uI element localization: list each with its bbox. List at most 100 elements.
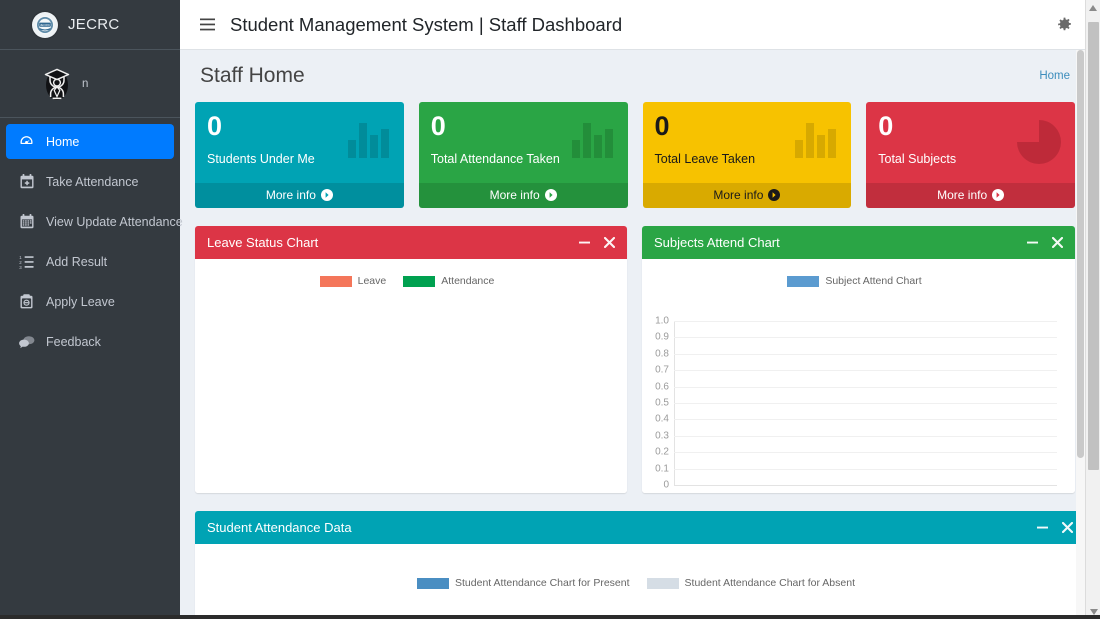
more-info-link[interactable]: More info <box>643 183 852 208</box>
scroll-up-arrow-icon[interactable] <box>1086 0 1100 15</box>
gridline <box>674 387 1057 388</box>
panel-title: Student Attendance Data <box>207 520 352 535</box>
sidebar-item-home[interactable]: Home <box>6 124 174 159</box>
legend-label: Leave <box>358 275 387 287</box>
panel-title: Subjects Attend Chart <box>654 235 780 250</box>
y-axis-tick-label: 0.4 <box>655 414 669 425</box>
sidebar-nav: Home Take Attendance <box>0 118 180 359</box>
user-panel[interactable]: n <box>0 50 180 118</box>
close-icon[interactable] <box>604 237 615 248</box>
chart-legend: Subject Attend Chart <box>642 259 1075 287</box>
sidebar-item-label: Add Result <box>46 255 107 269</box>
panel-header: Subjects Attend Chart <box>642 226 1075 259</box>
gridline <box>674 419 1057 420</box>
calendar-grid-icon <box>18 214 35 229</box>
sidebar-item-take-attendance[interactable]: Take Attendance <box>6 164 174 199</box>
more-info-link[interactable]: More info <box>866 183 1075 208</box>
gridline <box>674 370 1057 371</box>
dashboard-page: JECRC JECRC n <box>0 0 1100 619</box>
minimize-icon[interactable] <box>1037 522 1048 533</box>
sidebar-item-label: View Update Attendance <box>46 215 183 229</box>
chart-student-attendance: Student Attendance Chart for Present Stu… <box>195 544 1085 619</box>
content-scrollbar[interactable] <box>1076 50 1085 619</box>
more-info-link[interactable]: More info <box>419 183 628 208</box>
y-axis-tick-label: 0.1 <box>655 464 669 475</box>
panel-title: Leave Status Chart <box>207 235 318 250</box>
legend-label: Subject Attend Chart <box>825 275 921 287</box>
sidebar-item-label: Take Attendance <box>46 175 138 189</box>
legend-item[interactable]: Attendance <box>403 275 494 287</box>
app-title: Student Management System | Staff Dashbo… <box>230 14 622 36</box>
y-axis-tick-label: 0.5 <box>655 398 669 409</box>
svg-text:JECRC: JECRC <box>40 22 51 26</box>
panel-student-attendance-data: Student Attendance Data S <box>195 511 1085 619</box>
legend-label: Student Attendance Chart for Absent <box>685 577 855 589</box>
close-icon[interactable] <box>1062 522 1073 533</box>
more-info-label: More info <box>937 188 987 202</box>
content-body: 0 Students Under Me <box>180 102 1090 619</box>
stat-card-total-attendance-taken: 0 Total Attendance Taken <box>419 102 628 208</box>
more-info-label: More info <box>490 188 540 202</box>
sidebar-item-apply-leave[interactable]: Apply Leave <box>6 284 174 319</box>
dashboard-icon <box>18 134 35 149</box>
legend-label: Student Attendance Chart for Present <box>455 577 630 589</box>
plot-area: 1.00.90.80.70.60.50.40.30.20.10 <box>674 321 1057 486</box>
sidebar-item-view-update-attendance[interactable]: View Update Attendance <box>6 204 174 239</box>
user-name: n <box>82 78 88 90</box>
gridline <box>674 403 1057 404</box>
stat-card-students-under-me: 0 Students Under Me <box>195 102 404 208</box>
sidebar-item-label: Home <box>46 135 79 149</box>
stat-card-total-leave-taken: 0 Total Leave Taken <box>643 102 852 208</box>
panel-header: Leave Status Chart <box>195 226 627 259</box>
chart-subjects-attend: Subject Attend Chart 1.00.90.80.70.60.50… <box>642 259 1075 493</box>
legend-swatch <box>647 578 679 589</box>
minimize-icon[interactable] <box>1027 237 1038 248</box>
legend-swatch <box>320 276 352 287</box>
sidebar-item-add-result[interactable]: 1 2 3 Add Result <box>6 244 174 279</box>
horizontal-scrollbar[interactable] <box>0 615 1100 619</box>
legend-swatch <box>787 276 819 287</box>
y-axis-tick-label: 0 <box>663 480 669 491</box>
gridline <box>674 321 1057 322</box>
gridline <box>674 436 1057 437</box>
legend-label: Attendance <box>441 275 494 287</box>
content-area: Staff Home Home 0 Students Under Me <box>180 50 1090 619</box>
sidebar-item-label: Apply Leave <box>46 295 115 309</box>
charts-row: Leave Status Chart <box>195 226 1075 493</box>
jecrc-seal-logo-icon: JECRC <box>32 12 58 38</box>
close-icon[interactable] <box>1052 237 1063 248</box>
content-scrollbar-thumb[interactable] <box>1077 50 1084 458</box>
more-info-link[interactable]: More info <box>195 183 404 208</box>
y-axis-tick-label: 0.2 <box>655 447 669 458</box>
y-axis-tick-label: 0.8 <box>655 349 669 360</box>
hamburger-menu-icon[interactable] <box>190 18 224 31</box>
sidebar-item-label: Feedback <box>46 335 101 349</box>
legend-swatch <box>403 276 435 287</box>
gridline <box>674 452 1057 453</box>
chart-legend: Student Attendance Chart for Present Stu… <box>195 544 1085 589</box>
legend-swatch <box>417 578 449 589</box>
y-axis-tick-label: 0.7 <box>655 365 669 376</box>
pie-chart-icon <box>1015 118 1063 166</box>
chart-legend: Leave Attendance <box>195 259 627 287</box>
window-scrollbar[interactable] <box>1085 0 1100 619</box>
panel-header: Student Attendance Data <box>195 511 1085 544</box>
legend-item[interactable]: Subject Attend Chart <box>787 275 921 287</box>
bar-chart-icon <box>346 118 392 158</box>
gear-icon[interactable] <box>1057 17 1072 32</box>
brand-header[interactable]: JECRC JECRC <box>0 0 180 50</box>
bar-chart-icon <box>570 118 616 158</box>
sidebar: JECRC JECRC n <box>0 0 180 619</box>
window-scrollbar-thumb[interactable] <box>1088 22 1099 470</box>
legend-item[interactable]: Student Attendance Chart for Present <box>417 577 630 589</box>
clipboard-icon <box>18 294 35 309</box>
minimize-icon[interactable] <box>579 237 590 248</box>
sidebar-item-feedback[interactable]: Feedback <box>6 324 174 359</box>
y-axis-tick-label: 0.9 <box>655 332 669 343</box>
legend-item[interactable]: Leave <box>320 275 387 287</box>
legend-item[interactable]: Student Attendance Chart for Absent <box>647 577 855 589</box>
plot-area <box>195 287 627 467</box>
gridline <box>674 354 1057 355</box>
breadcrumb[interactable]: Home <box>1039 70 1070 82</box>
svg-text:3: 3 <box>19 264 22 268</box>
